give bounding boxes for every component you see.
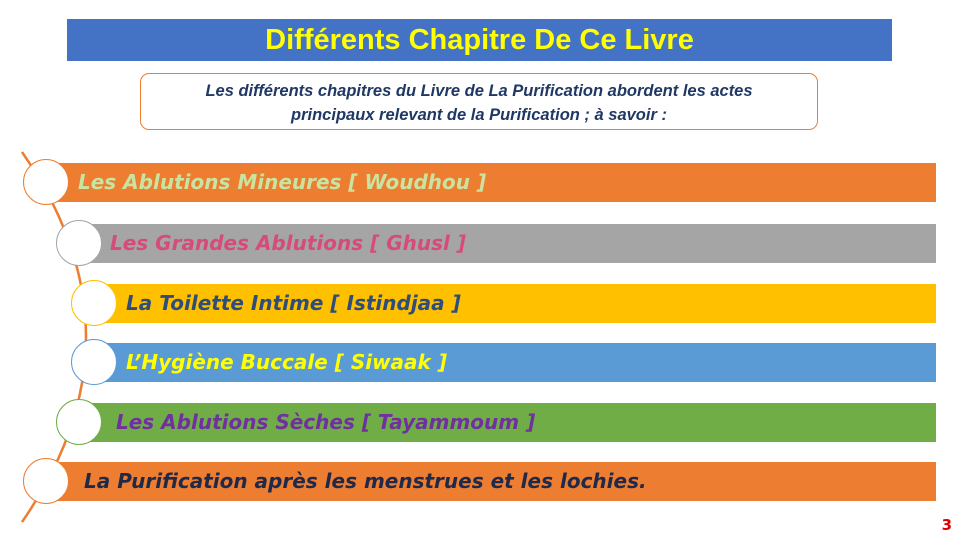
chapter-circle-icon <box>56 220 102 266</box>
chapter-bar: La Toilette Intime [ Istindjaa ] <box>104 284 936 323</box>
chapter-label: Les Ablutions Sèches [ Tayammoum ] <box>116 410 536 434</box>
chapter-bar: La Purification après les menstrues et l… <box>56 462 936 501</box>
chapter-label: Les Ablutions Mineures [ Woudhou ] <box>78 170 487 194</box>
chapter-circle-icon <box>56 399 102 445</box>
arc-line <box>20 151 88 523</box>
chapter-circle-icon <box>23 458 69 504</box>
chapter-label: Les Grandes Ablutions [ Ghusl ] <box>110 231 466 255</box>
chapter-label: La Toilette Intime [ Istindjaa ] <box>126 291 461 315</box>
chapter-label: La Purification après les menstrues et l… <box>84 469 647 493</box>
chapter-circle-icon <box>71 339 117 385</box>
chapter-bar: Les Ablutions Sèches [ Tayammoum ] <box>89 403 936 442</box>
page-number: 3 <box>941 516 952 534</box>
chapter-circle-icon <box>71 280 117 326</box>
chapter-bar: Les Grandes Ablutions [ Ghusl ] <box>89 224 936 263</box>
chapter-bar: Les Ablutions Mineures [ Woudhou ] <box>56 163 936 202</box>
chapter-label: L’Hygiène Buccale [ Siwaak ] <box>126 350 447 374</box>
chapter-bar: L’Hygiène Buccale [ Siwaak ] <box>104 343 936 382</box>
chapter-circle-icon <box>23 159 69 205</box>
